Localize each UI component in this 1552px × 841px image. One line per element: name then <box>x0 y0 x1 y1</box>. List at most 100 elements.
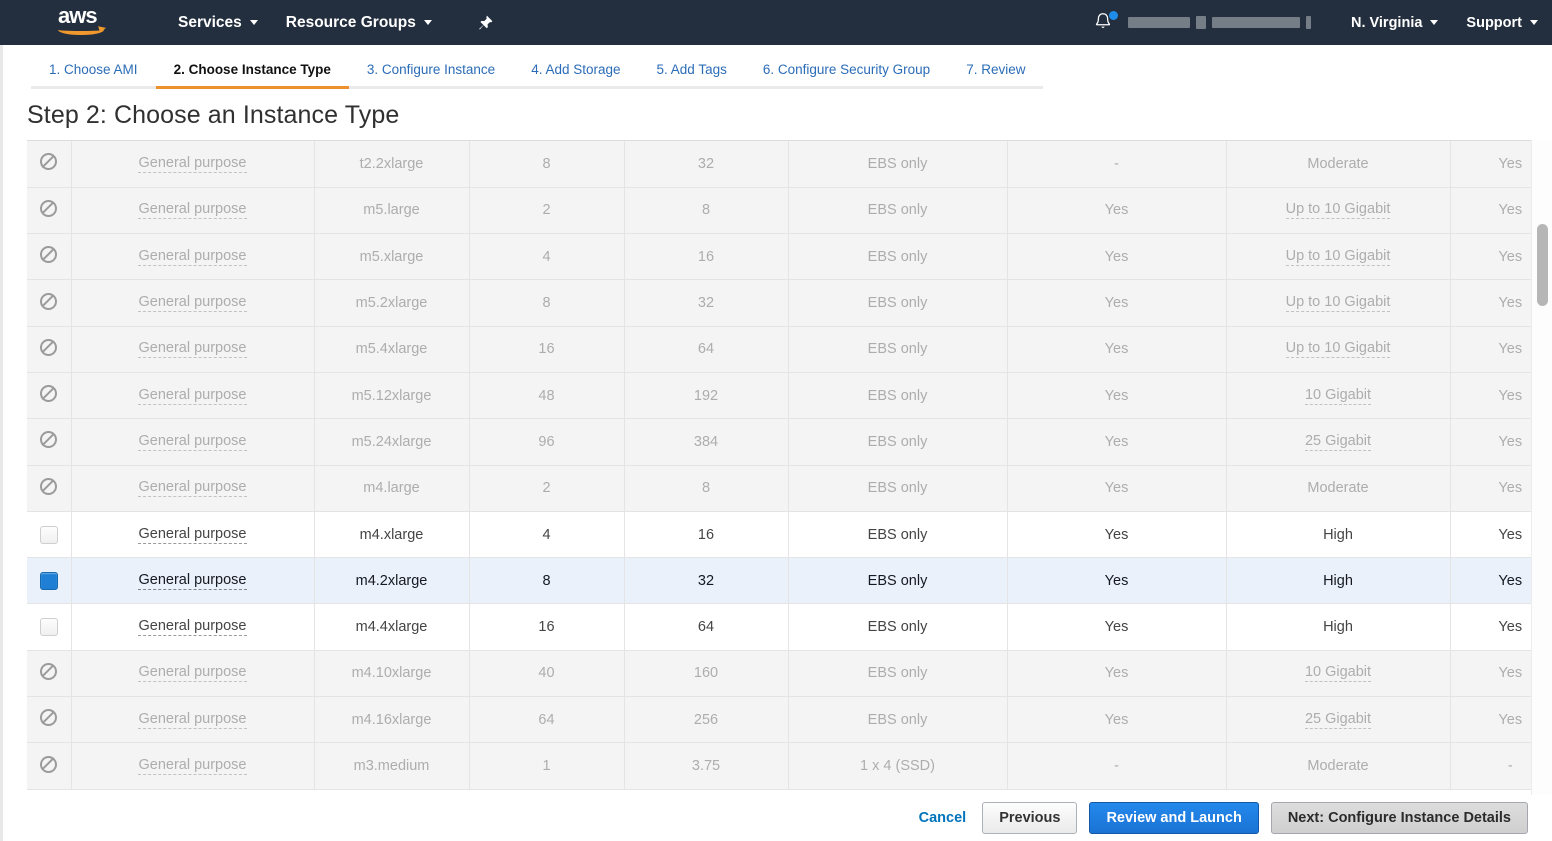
aws-logo[interactable]: aws <box>58 4 114 40</box>
table-vertical-scrollbar[interactable] <box>1531 140 1552 799</box>
family-label[interactable]: General purpose <box>138 664 247 683</box>
network-performance-label[interactable]: Up to 10 Gigabit <box>1285 201 1391 220</box>
row-checkbox[interactable] <box>39 525 58 544</box>
network-performance-label[interactable]: Up to 10 Gigabit <box>1285 248 1391 266</box>
family-label[interactable]: General purpose <box>138 155 247 173</box>
table-row: General purpose m5.4xlarge 16 64 EBS only Yes… <box>27 326 1531 373</box>
family-cell: General purpose <box>71 511 315 559</box>
row-select-cell <box>27 279 72 327</box>
instance-type-table: General purpose t2.2xlarge 8 32 EBS only - Mod… <box>27 141 1531 790</box>
ipv6-support-cell: Yes <box>1450 557 1531 605</box>
instance-storage-cell: EBS only <box>788 141 1008 188</box>
row-checkbox[interactable] <box>39 571 58 590</box>
row-select-cell[interactable] <box>27 557 72 605</box>
family-label[interactable]: General purpose <box>138 479 247 498</box>
network-performance-label[interactable]: 25 Gigabit <box>1304 711 1372 729</box>
redaction-block <box>1305 16 1311 29</box>
wizard-tab-3[interactable]: 3. Configure Instance <box>348 58 514 89</box>
ipv6-support-cell: Yes <box>1450 326 1531 373</box>
memory-cell: 384 <box>624 418 789 466</box>
family-label[interactable]: General purpose <box>138 294 247 313</box>
table-row: General purpose m5.large 2 8 EBS only Yes Up t… <box>27 187 1531 235</box>
family-label[interactable]: General purpose <box>138 387 247 405</box>
instance-type-cell: m5.xlarge <box>314 233 470 281</box>
row-select-cell <box>27 465 72 512</box>
family-label[interactable]: General purpose <box>138 618 247 637</box>
table-row[interactable]: General purpose m4.4xlarge 16 64 EBS only Yes… <box>27 603 1531 651</box>
ipv6-support-cell: Yes <box>1450 603 1531 651</box>
ebs-optimized-cell: Yes <box>1007 557 1227 605</box>
row-select-cell <box>27 141 72 188</box>
family-label[interactable]: General purpose <box>138 201 247 220</box>
vcpus-cell: 1 <box>469 742 625 790</box>
ipv6-support-cell: Yes <box>1450 465 1531 512</box>
cancel-button[interactable]: Cancel <box>919 810 967 826</box>
family-label[interactable]: General purpose <box>138 340 247 359</box>
wizard-tab-5[interactable]: 5. Add Tags <box>638 58 745 89</box>
previous-button[interactable]: Previous <box>982 802 1078 834</box>
wizard-step-tabs: 1. Choose AMI 2. Choose Instance Type 3. C… <box>3 45 1552 89</box>
instance-storage-cell: EBS only <box>788 465 1008 512</box>
row-select-cell <box>27 233 72 281</box>
family-label[interactable]: General purpose <box>138 526 247 544</box>
table-row: General purpose t2.2xlarge 8 32 EBS only - Mod… <box>27 141 1531 188</box>
support-menu[interactable]: Support <box>1452 0 1552 45</box>
table-row[interactable]: General purpose m4.xlarge 4 16 EBS only Yes Hi… <box>27 511 1531 559</box>
pushpin-icon[interactable] <box>472 11 498 35</box>
ebs-optimized-cell: Yes <box>1007 187 1227 235</box>
row-checkbox[interactable] <box>39 618 58 637</box>
family-label[interactable]: General purpose <box>138 757 247 775</box>
redaction-block <box>1211 17 1300 28</box>
vcpus-cell: 8 <box>469 279 625 327</box>
wizard-tab-6[interactable]: 6. Configure Security Group <box>744 58 949 89</box>
family-label[interactable]: General purpose <box>138 248 247 266</box>
scrollbar-thumb[interactable] <box>1537 224 1548 306</box>
family-label[interactable]: General purpose <box>138 572 247 590</box>
vcpus-cell: 16 <box>469 326 625 373</box>
account-name-redacted[interactable] <box>1127 16 1311 30</box>
family-label[interactable]: General purpose <box>138 711 247 729</box>
network-performance-label[interactable]: 10 Gigabit <box>1304 387 1372 405</box>
instance-storage-cell: EBS only <box>788 650 1008 698</box>
network-performance-cell: 10 Gigabit <box>1226 372 1451 420</box>
ipv6-support-cell: - <box>1450 742 1531 790</box>
table-row[interactable]: General purpose m4.2xlarge 8 32 EBS only Yes H… <box>27 557 1531 605</box>
instance-type-cell: m3.medium <box>314 742 470 790</box>
row-select-cell <box>27 742 72 790</box>
no-entry-icon <box>40 338 58 356</box>
instance-type-cell: m5.24xlarge <box>314 418 470 466</box>
wizard-tab-1[interactable]: 1. Choose AMI <box>31 58 156 89</box>
family-cell: General purpose <box>71 465 315 512</box>
notification-bell-icon[interactable] <box>1092 10 1118 35</box>
no-entry-icon <box>40 709 58 727</box>
resource-groups-menu[interactable]: Resource Groups <box>272 0 446 45</box>
family-label[interactable]: General purpose <box>138 433 247 451</box>
instance-storage-cell: EBS only <box>788 187 1008 235</box>
network-performance-cell: Moderate <box>1226 141 1451 188</box>
next-configure-instance-details-button[interactable]: Next: Configure Instance Details <box>1270 802 1528 834</box>
region-selector[interactable]: N. Virginia <box>1337 0 1452 45</box>
review-and-launch-button[interactable]: Review and Launch <box>1089 802 1259 834</box>
memory-cell: 16 <box>624 511 789 559</box>
network-performance-label[interactable]: Up to 10 Gigabit <box>1285 294 1391 313</box>
row-select-cell <box>27 696 72 744</box>
services-menu[interactable]: Services <box>164 0 272 45</box>
row-select-cell[interactable] <box>27 603 72 651</box>
ebs-optimized-cell: Yes <box>1007 418 1227 466</box>
ebs-optimized-cell: Yes <box>1007 279 1227 327</box>
network-performance-label[interactable]: 25 Gigabit <box>1304 433 1372 451</box>
table-row: General purpose m5.xlarge 4 16 EBS only Yes Up… <box>27 233 1531 281</box>
vcpus-cell: 8 <box>469 141 625 188</box>
vcpus-cell: 8 <box>469 557 625 605</box>
table-row: General purpose m4.16xlarge 64 256 EBS only Y… <box>27 696 1531 744</box>
network-performance-cell: High <box>1226 511 1451 559</box>
network-performance-label[interactable]: Up to 10 Gigabit <box>1285 340 1391 359</box>
family-cell: General purpose <box>71 233 315 281</box>
row-select-cell[interactable] <box>27 511 72 559</box>
network-performance-label[interactable]: 10 Gigabit <box>1304 664 1372 683</box>
chevron-down-icon <box>1530 20 1538 25</box>
wizard-tab-4[interactable]: 4. Add Storage <box>513 58 639 89</box>
wizard-tab-2[interactable]: 2. Choose Instance Type <box>155 58 349 89</box>
ipv6-support-cell: Yes <box>1450 372 1531 420</box>
wizard-tab-7[interactable]: 7. Review <box>948 58 1044 89</box>
